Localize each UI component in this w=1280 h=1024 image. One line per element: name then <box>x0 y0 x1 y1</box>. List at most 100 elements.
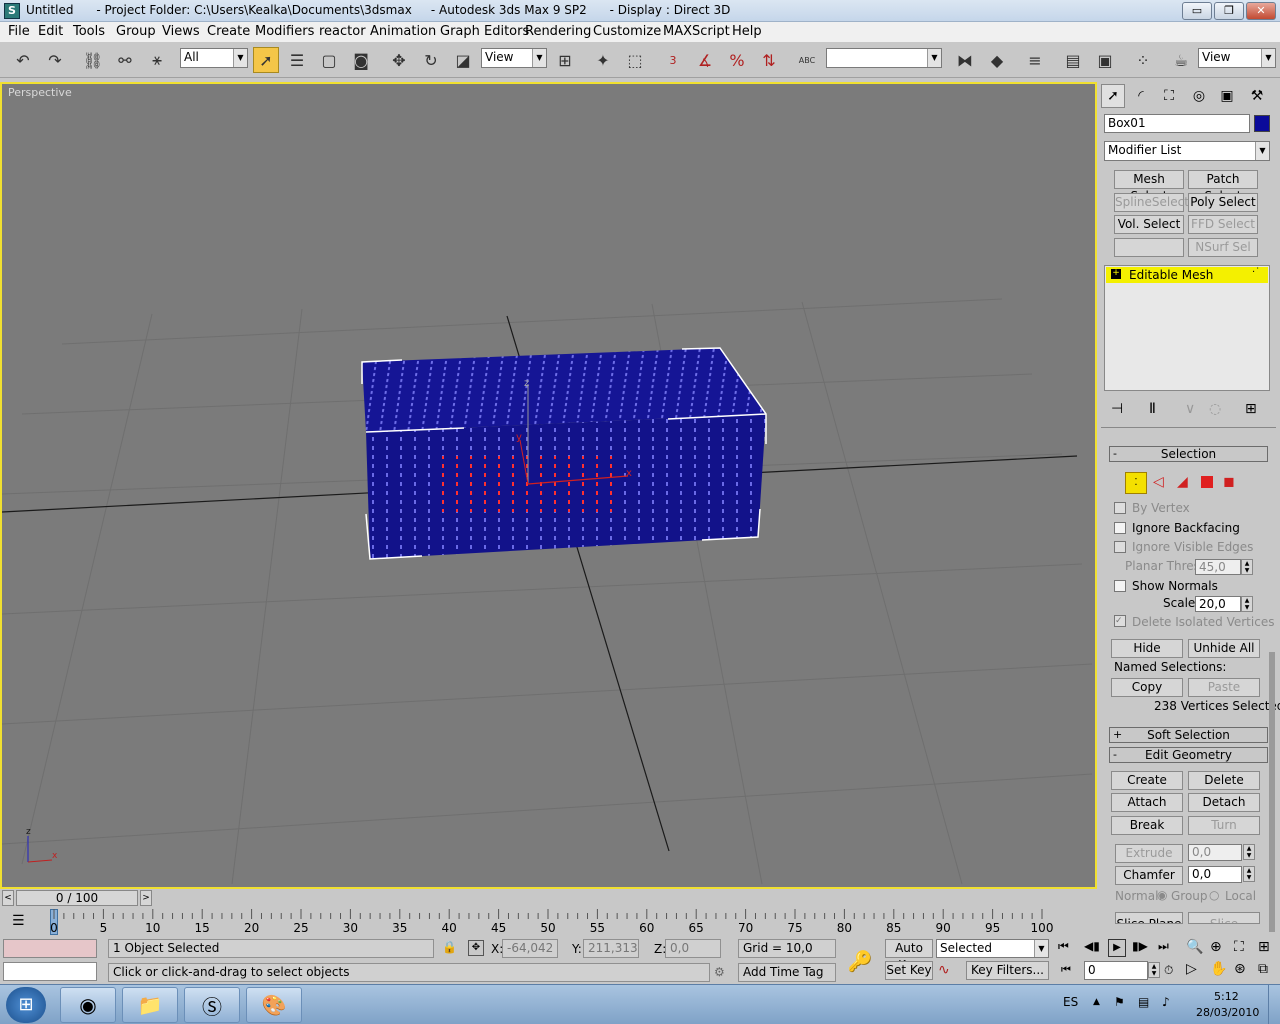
menu-edit[interactable]: Edit <box>38 24 63 39</box>
zoom-extents-icon[interactable]: ⛶ <box>1234 939 1244 955</box>
turn-button[interactable]: Turn <box>1188 816 1260 835</box>
rectangular-selection-icon[interactable]: ▢ <box>316 47 342 73</box>
planar-thresh-spinner[interactable]: ▲ ▼ <box>1241 559 1253 575</box>
edit-geometry-rollout[interactable]: - Edit Geometry <box>1109 747 1268 763</box>
chamfer-spinner[interactable]: ▲ ▼ <box>1243 866 1255 882</box>
start-button[interactable]: ⊞ <box>6 987 46 1023</box>
time-slider-thumb[interactable]: 0 / 100 <box>16 890 138 906</box>
edit-named-selection-icon[interactable]: ABC <box>794 47 820 73</box>
select-object-icon[interactable]: ➚ <box>253 47 279 73</box>
vertex-mode-icon[interactable]: ⁚ <box>1125 472 1147 494</box>
key-mode-toggle-icon[interactable]: ⏮ <box>1061 963 1071 977</box>
break-button[interactable]: Break <box>1111 816 1183 835</box>
menu-reactor[interactable]: reactor <box>319 24 366 39</box>
arc-rotate-icon[interactable]: ⊛ <box>1234 961 1246 977</box>
extrude-input[interactable]: 0,0 <box>1188 844 1242 861</box>
panel-scrollbar[interactable] <box>1269 652 1275 932</box>
zoom-icon[interactable]: 🔍 <box>1186 939 1203 955</box>
selection-filter-dropdown[interactable]: All ▼ <box>180 48 248 68</box>
paint-taskbar-icon[interactable]: 🎨 <box>246 987 302 1023</box>
render-scene-icon[interactable]: ☕ <box>1168 47 1194 73</box>
chamfer-button[interactable]: Chamfer <box>1115 866 1183 885</box>
ignore-backfacing-checkbox[interactable] <box>1114 522 1126 534</box>
polygon-mode-icon[interactable] <box>1201 476 1213 488</box>
ignore-visible-edges-checkbox[interactable] <box>1114 541 1126 553</box>
time-next-icon[interactable]: > <box>140 890 152 906</box>
modify-tab-icon[interactable]: ◜ <box>1129 84 1153 108</box>
vol-select-button[interactable]: Vol. Select <box>1114 215 1184 234</box>
y-coordinate[interactable]: 211,313 <box>583 939 639 958</box>
extrude-button[interactable]: Extrude <box>1115 844 1183 863</box>
bind-space-warp-icon[interactable]: ⚹ <box>144 47 170 73</box>
motion-tab-icon[interactable]: ◎ <box>1187 84 1211 108</box>
snaps-toggle-icon[interactable]: 3 <box>660 47 686 73</box>
redo-icon[interactable]: ↷ <box>42 47 68 73</box>
scale-spinner[interactable]: ▲ ▼ <box>1241 596 1253 612</box>
time-configuration-icon[interactable]: ⏱ <box>1164 963 1173 978</box>
menu-maxscript[interactable]: MAXScript <box>663 24 730 39</box>
expand-icon[interactable]: + <box>1111 269 1121 279</box>
move-icon[interactable]: ✥ <box>386 47 412 73</box>
x-coordinate[interactable]: -64,042 <box>502 939 558 958</box>
hierarchy-tab-icon[interactable]: ⛶ <box>1157 84 1181 108</box>
maxscript-listener[interactable] <box>3 939 97 958</box>
remove-modifier-icon[interactable]: ◌ <box>1209 401 1221 417</box>
menu-graph-editors[interactable]: Graph Editors <box>440 24 529 39</box>
clock-time[interactable]: 5:12 <box>1214 990 1239 1003</box>
track-bar[interactable]: ☰ 0 5 10 15 20 25 30 35 40 45 50 55 60 65 70 75 80 85 90 95… <box>0 907 1099 937</box>
menu-animation[interactable]: Animation <box>370 24 436 39</box>
field-of-view-icon[interactable]: ▷ <box>1186 961 1197 977</box>
extrude-spinner[interactable]: ▲ ▼ <box>1243 844 1255 860</box>
chamfer-input[interactable]: 0,0 <box>1188 866 1242 883</box>
volume-icon[interactable]: ♪ <box>1162 995 1170 1009</box>
current-frame-spinner[interactable]: ▲ ▼ <box>1148 962 1160 978</box>
menu-file[interactable]: File <box>8 24 30 39</box>
z-coordinate[interactable]: 0,0 <box>665 939 721 958</box>
menu-customize[interactable]: Customize <box>593 24 661 39</box>
modifier-list-dropdown[interactable]: Modifier List ▼ <box>1104 141 1270 161</box>
attach-button[interactable]: Attach <box>1111 793 1183 812</box>
pan-icon[interactable]: ✋ <box>1210 961 1227 977</box>
scale-input[interactable]: 20,0 <box>1195 596 1241 612</box>
create-button[interactable]: Create <box>1111 771 1183 790</box>
explorer-taskbar-icon[interactable]: 📁 <box>122 987 178 1023</box>
slice-button[interactable]: Slice <box>1188 912 1260 924</box>
mirror-icon[interactable]: ⧓ <box>952 47 978 73</box>
add-time-tag[interactable]: Add Time Tag <box>738 963 836 982</box>
menu-rendering[interactable]: Rendering <box>525 24 591 39</box>
layer-manager-icon[interactable]: ≡ <box>1022 47 1048 73</box>
absolute-mode-icon[interactable]: ✥ <box>468 940 484 956</box>
slice-plane-button[interactable]: Slice Plane <box>1115 912 1183 924</box>
maximize-viewport-icon[interactable]: ⧉ <box>1258 961 1268 977</box>
show-hidden-icons-icon[interactable]: ▲ <box>1093 997 1100 1007</box>
align-icon[interactable]: ◆ <box>984 47 1010 73</box>
action-center-icon[interactable]: ⚑ <box>1114 995 1125 1009</box>
empty-modifier-button[interactable] <box>1114 238 1184 257</box>
zoom-extents-all-icon[interactable]: ⊞ <box>1258 939 1270 955</box>
group-radio[interactable]: ◉ <box>1157 888 1167 902</box>
unhide-all-button[interactable]: Unhide All <box>1188 639 1260 658</box>
curve-editor-icon[interactable]: ▤ <box>1060 47 1086 73</box>
show-normals-checkbox[interactable] <box>1114 580 1126 592</box>
maxscript-mini-listener[interactable] <box>3 962 97 981</box>
zoom-all-icon[interactable]: ⊕ <box>1210 939 1222 955</box>
copy-button[interactable]: Copy <box>1111 678 1183 697</box>
paste-button[interactable]: Paste <box>1188 678 1260 697</box>
configure-modifier-sets-icon[interactable]: ⊞ <box>1245 401 1257 417</box>
select-manipulate-icon[interactable]: ✦ <box>590 47 616 73</box>
poly-select-button[interactable]: Poly Select <box>1188 193 1258 212</box>
create-tab-icon[interactable]: ➚ <box>1101 84 1125 108</box>
angle-snap-icon[interactable]: ∡ <box>692 47 718 73</box>
close-button[interactable]: ✕ <box>1246 2 1276 20</box>
rotate-icon[interactable]: ↻ <box>418 47 444 73</box>
language-indicator[interactable]: ES <box>1063 995 1078 1009</box>
schematic-view-icon[interactable]: ▣ <box>1092 47 1118 73</box>
3dsmax-icon[interactable]: S <box>4 3 20 19</box>
named-selection-dropdown[interactable]: ▼ <box>826 48 942 68</box>
3dsmax-taskbar-icon[interactable]: Ⓢ <box>184 987 240 1023</box>
by-vertex-checkbox[interactable] <box>1114 502 1126 514</box>
menu-tools[interactable]: Tools <box>73 24 105 39</box>
menu-help[interactable]: Help <box>732 24 762 39</box>
window-crossing-icon[interactable]: ◙ <box>348 47 374 73</box>
mesh-select-button[interactable]: Mesh Select <box>1114 170 1184 203</box>
